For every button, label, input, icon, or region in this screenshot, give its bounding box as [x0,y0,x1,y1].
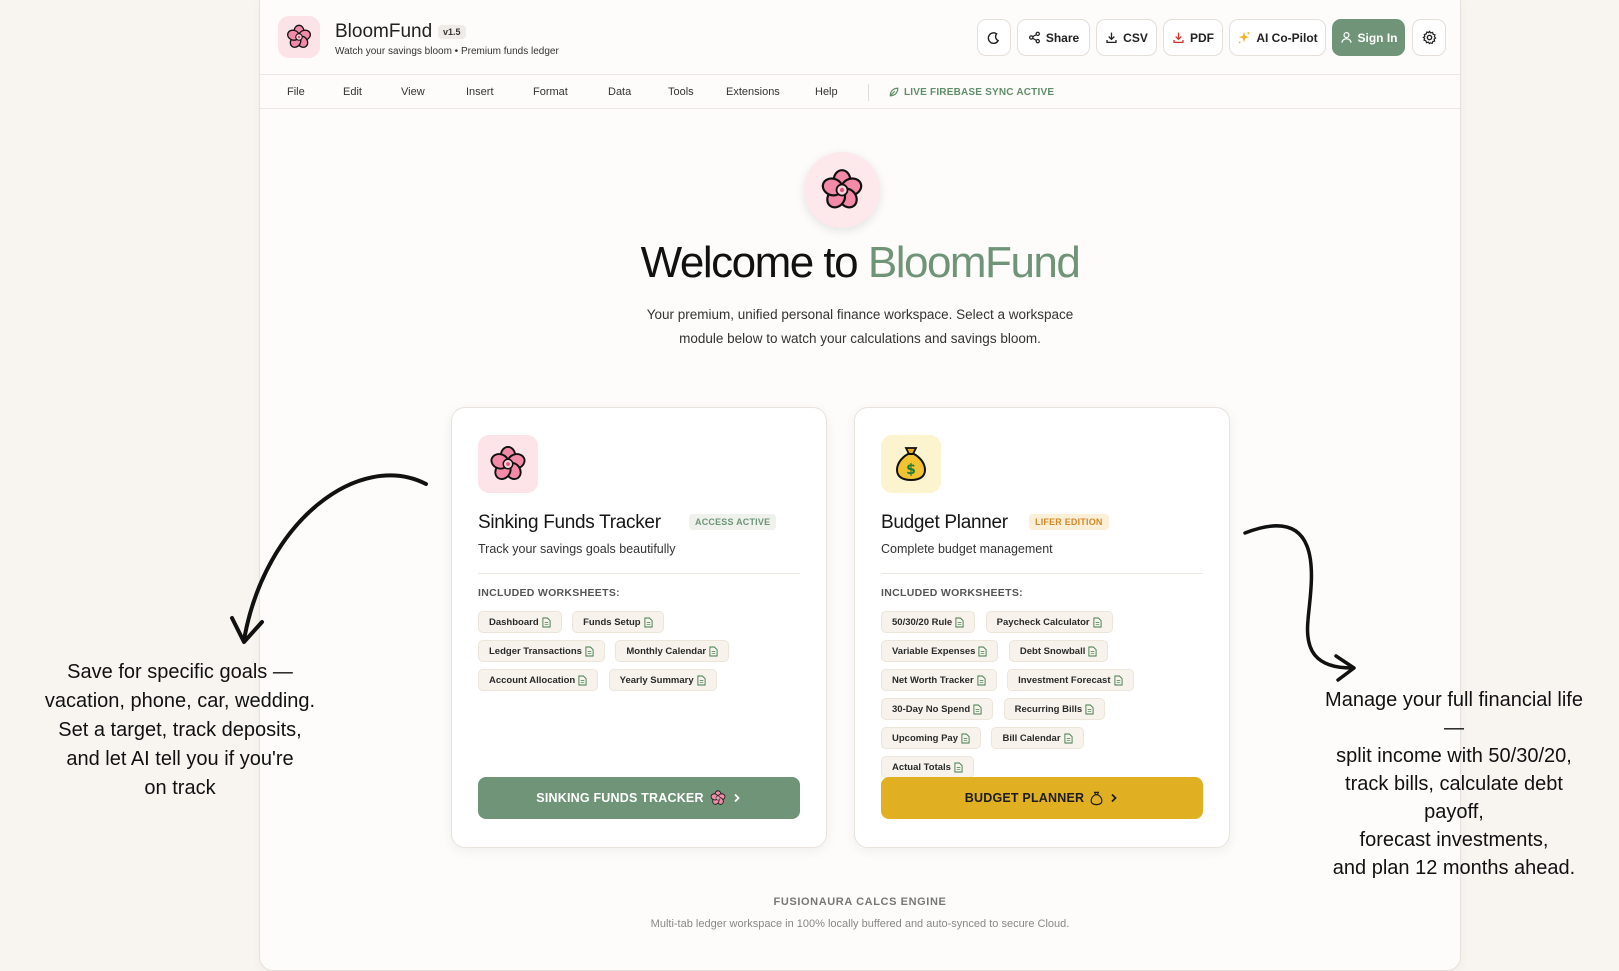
annotation-line: forecast investments, [1359,829,1549,851]
left-annotation: Save for specific goals — vacation, phon… [20,658,340,803]
annotation-line: Save for specific goals — [67,661,293,683]
left-arrow [242,473,428,642]
right-annotation: Manage your full financial life — split … [1304,686,1604,882]
right-arrow [1243,524,1354,670]
annotation-line: payoff, [1424,801,1484,823]
annotation-line: and plan 12 months ahead. [1332,857,1576,879]
annotation-line: — [1444,717,1464,739]
annotation-line: and let AI tell you if you're [66,748,294,770]
annotation-line: on track [144,777,216,799]
annotation-line: Manage your full financial life [1325,689,1583,711]
annotation-line: vacation, phone, car, wedding. [44,690,316,712]
annotation-line: split income with 50/30/20, [1336,745,1572,767]
annotation-line: Set a target, track deposits, [58,719,302,741]
annotation-line: track bills, calculate debt [1345,773,1563,795]
